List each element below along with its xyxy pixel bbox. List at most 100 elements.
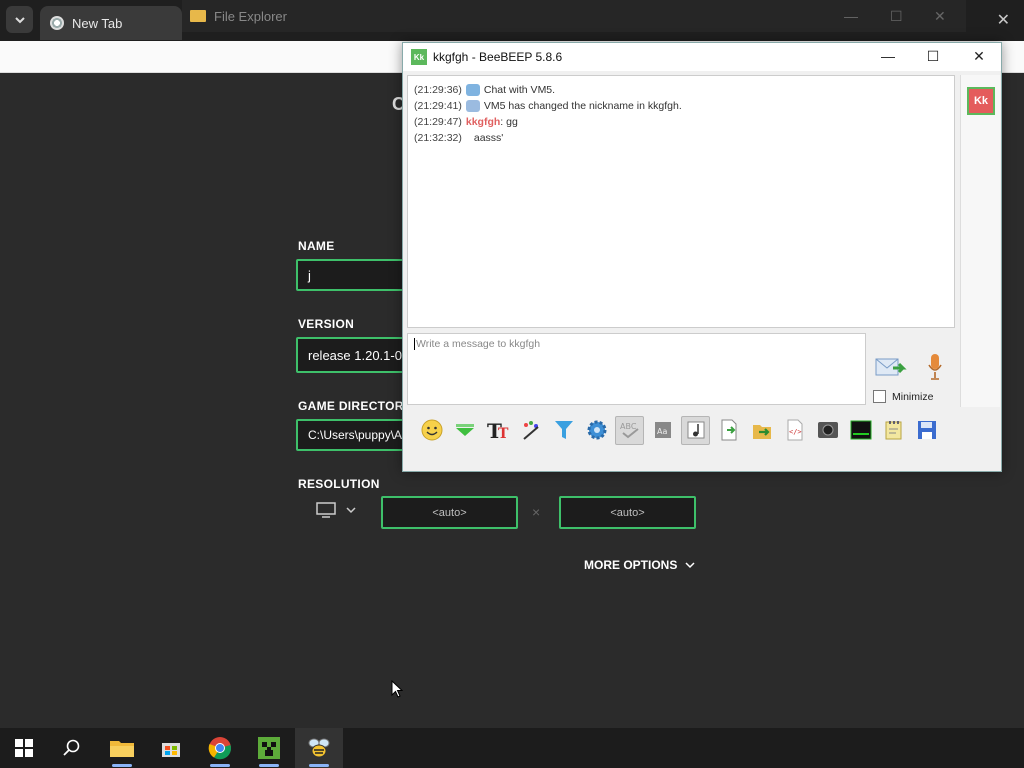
tab-title: New Tab xyxy=(72,15,123,31)
chat-message: (21:32:32) aasss' xyxy=(414,130,948,146)
chat-message: (21:29:47) kkgfgh: gg xyxy=(414,114,948,130)
chat-message: (21:29:41) VM5 has changed the nickname … xyxy=(414,98,948,114)
terminal-icon[interactable] xyxy=(846,416,875,445)
text-caret xyxy=(414,338,415,351)
chrome-icon xyxy=(208,737,232,760)
taskbar-beebeep[interactable] xyxy=(295,728,343,768)
minimize-label: Minimize xyxy=(892,390,934,403)
resolution-width-input[interactable]: <auto> xyxy=(381,496,518,529)
svg-text:</>: </> xyxy=(789,428,802,436)
file-icon[interactable] xyxy=(714,416,743,445)
user-card-icon xyxy=(465,100,480,112)
version-label: VERSION xyxy=(298,317,355,331)
chevron-down-icon xyxy=(685,562,695,569)
browser-close-icon[interactable]: ✕ xyxy=(997,10,1010,30)
browser-tab-strip: New Tab File Explorer — ☐ ✕ ✕ xyxy=(0,0,1024,41)
monitor-icon xyxy=(316,502,336,518)
more-options-label: MORE OPTIONS xyxy=(584,558,678,572)
search-button[interactable] xyxy=(48,728,96,768)
filter-icon[interactable] xyxy=(549,416,578,445)
tab-search-button[interactable] xyxy=(6,6,33,33)
close-icon[interactable]: ✕ xyxy=(964,48,994,65)
chevron-down-icon xyxy=(14,16,25,23)
save-icon[interactable] xyxy=(912,416,941,445)
fe-close-icon[interactable]: ✕ xyxy=(934,8,946,25)
message-nickname: kkgfgh xyxy=(465,116,501,128)
file-explorer-icon xyxy=(110,741,134,757)
svg-text:T: T xyxy=(498,426,509,441)
color-marker-icon[interactable] xyxy=(450,416,479,445)
chat-bubble-icon xyxy=(465,84,480,96)
resolution-height-input[interactable]: <auto> xyxy=(559,496,696,529)
game-directory-label: GAME DIRECTORY xyxy=(298,399,412,413)
microphone-icon[interactable] xyxy=(927,353,943,381)
message-timestamp: (21:29:41) xyxy=(414,100,462,112)
taskbar-minecraft[interactable] xyxy=(245,728,293,768)
html-icon[interactable]: </> xyxy=(780,416,809,445)
running-indicator xyxy=(259,764,279,767)
chat-message: (21:29:36) Chat with VM5. xyxy=(414,82,948,98)
running-indicator xyxy=(309,764,329,767)
palette-icon[interactable] xyxy=(516,416,545,445)
notes-icon[interactable] xyxy=(879,416,908,445)
file-explorer-title: File Explorer xyxy=(214,8,287,24)
message-timestamp: (21:29:36) xyxy=(414,84,462,96)
fe-minimize-icon[interactable]: — xyxy=(844,8,858,24)
beebeep-app-icon: Kk xyxy=(411,49,427,65)
avatar[interactable]: Kk xyxy=(967,87,995,115)
dictionary-icon[interactable]: Aa xyxy=(648,416,677,445)
resolution-preset-dropdown[interactable] xyxy=(316,502,356,518)
mouse-cursor-icon xyxy=(391,680,403,698)
chevron-down-icon xyxy=(346,506,356,513)
running-indicator xyxy=(210,764,230,767)
screenshot-icon[interactable] xyxy=(813,416,842,445)
font-icon[interactable]: TT xyxy=(483,416,512,445)
user-list-panel: Kk xyxy=(960,75,1000,407)
svg-text:ABC: ABC xyxy=(620,422,637,431)
name-label: NAME xyxy=(298,239,335,253)
windows-start-icon xyxy=(15,739,33,757)
resolution-separator: × xyxy=(532,504,541,520)
minimize-icon[interactable]: — xyxy=(873,48,903,64)
minimize-checkbox[interactable]: Minimize xyxy=(873,390,933,403)
checkbox-box[interactable] xyxy=(873,390,886,403)
svg-text:Aa: Aa xyxy=(657,427,667,436)
file-explorer-titlebar[interactable]: File Explorer — ☐ ✕ xyxy=(182,0,966,32)
start-button[interactable] xyxy=(0,728,48,768)
message-input[interactable]: Write a message to kkgfgh xyxy=(407,333,866,405)
message-placeholder: Write a message to kkgfgh xyxy=(416,338,541,350)
store-icon xyxy=(162,743,180,757)
spellcheck-icon[interactable]: ABC xyxy=(615,415,644,445)
message-text: : gg xyxy=(500,116,518,128)
taskbar-chrome[interactable] xyxy=(196,728,244,768)
beebeep-titlebar[interactable]: Kk kkgfgh - BeeBEEP 5.8.6 — ☐ ✕ xyxy=(403,43,1001,71)
folder-icon xyxy=(190,10,206,22)
fe-maximize-icon[interactable]: ☐ xyxy=(890,8,903,25)
resolution-label: RESOLUTION xyxy=(298,477,380,491)
beebeep-window: Kk kkgfgh - BeeBEEP 5.8.6 — ☐ ✕ (21:29:3… xyxy=(402,42,1002,472)
send-message-icon[interactable] xyxy=(875,356,907,380)
settings-icon[interactable] xyxy=(582,416,611,445)
message-timestamp: (21:32:32) xyxy=(414,132,462,144)
message-timestamp: (21:29:47) xyxy=(414,116,462,128)
tab-new-tab[interactable]: New Tab xyxy=(40,6,182,40)
search-icon xyxy=(63,739,80,756)
chat-history[interactable]: (21:29:36) Chat with VM5. (21:29:41) VM5… xyxy=(407,75,955,328)
send-file-icon[interactable] xyxy=(747,416,776,445)
minecraft-icon xyxy=(258,737,280,759)
more-options-button[interactable]: MORE OPTIONS xyxy=(584,558,695,572)
chat-toolbar: TT ABC Aa </> xyxy=(407,411,999,449)
message-text: VM5 has changed the nickname in kkgfgh. xyxy=(483,100,682,112)
music-note-icon[interactable] xyxy=(681,415,710,445)
message-text: Chat with VM5. xyxy=(483,84,556,96)
emoticon-icon[interactable] xyxy=(417,416,446,445)
running-indicator xyxy=(112,764,132,767)
taskbar-store[interactable] xyxy=(147,728,195,768)
taskbar-file-explorer[interactable] xyxy=(98,728,146,768)
window-title: kkgfgh - BeeBEEP 5.8.6 xyxy=(433,50,563,64)
windows-taskbar xyxy=(0,728,1024,768)
maximize-icon[interactable]: ☐ xyxy=(918,48,948,65)
message-text: aasss' xyxy=(473,132,504,144)
chrome-tab-icon xyxy=(50,16,64,30)
beebeep-icon xyxy=(308,738,330,758)
